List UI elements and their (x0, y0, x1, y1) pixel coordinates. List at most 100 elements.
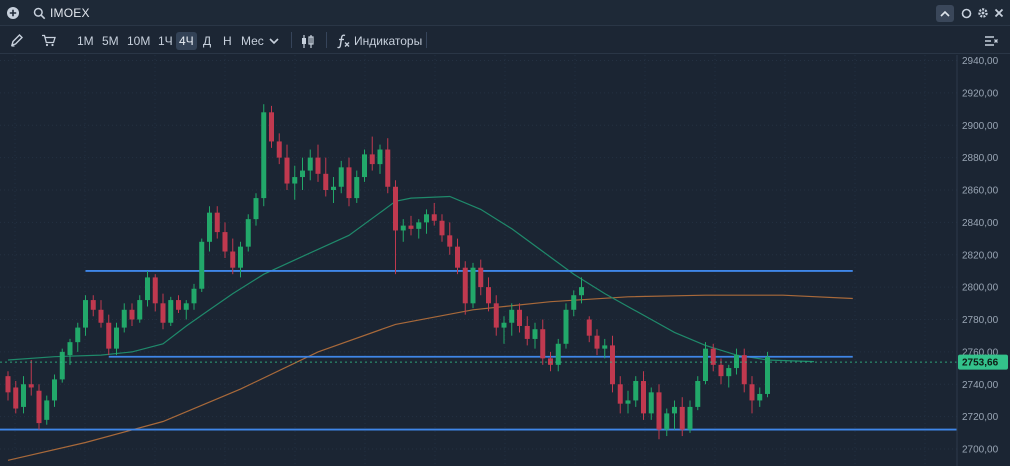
candle-body (400, 225, 406, 231)
candle-body (152, 277, 158, 304)
candle-body (431, 214, 437, 221)
candle-body (346, 167, 352, 199)
candle-body (586, 319, 592, 336)
candle-body (284, 157, 290, 184)
candle-body (571, 295, 577, 310)
candle-body (447, 235, 453, 247)
candle-body (617, 384, 623, 404)
timeframe-1m[interactable]: 1M (74, 32, 97, 50)
candle-body (672, 406, 677, 414)
chevron-down-icon[interactable] (268, 36, 280, 46)
candle-body (129, 309, 135, 320)
candle-body (532, 329, 538, 339)
candle-body (540, 329, 546, 359)
y-tick-label: 2780,00 (962, 315, 999, 326)
candle-body (408, 225, 414, 229)
gear-icon[interactable] (976, 6, 989, 19)
timeframe-day[interactable]: Д (200, 32, 214, 50)
candle-body (749, 384, 755, 401)
candle-body (548, 358, 553, 365)
candle-body (757, 393, 763, 401)
candle-body (439, 220, 445, 236)
candle-body (594, 335, 600, 349)
ticker-input[interactable]: IMOEX (50, 6, 90, 20)
candle-body (300, 170, 305, 178)
y-tick-label: 2840,00 (962, 218, 999, 229)
candle-body (703, 348, 708, 382)
search-icon[interactable] (32, 6, 46, 20)
candle-body (230, 251, 236, 268)
candle-body (114, 327, 119, 349)
candle-body (292, 177, 298, 184)
candle-body (36, 390, 42, 424)
timeframe-month[interactable]: Мес (238, 32, 267, 50)
candle-body (416, 222, 422, 229)
candle-body (90, 300, 96, 310)
candle-body (648, 392, 654, 414)
toolbar-divider (291, 32, 292, 48)
candle-body (718, 364, 724, 377)
candle-body (687, 406, 693, 430)
candle-body (726, 368, 732, 377)
y-tick-label: 2720,00 (962, 412, 999, 423)
candle-body (145, 277, 150, 301)
candle-body (641, 381, 646, 414)
candle-body (579, 287, 584, 296)
add-icon[interactable] (6, 6, 20, 20)
cart-icon[interactable] (40, 33, 56, 47)
candle-body (377, 149, 383, 165)
timeframe-4h[interactable]: 4Ч (176, 32, 197, 50)
candle-body (222, 232, 228, 252)
indicators-button[interactable]: Индикаторы (354, 34, 422, 48)
candle-body (462, 267, 468, 304)
current-price-tag: 2753,66 (958, 354, 1008, 370)
y-tick-label: 2880,00 (962, 153, 999, 164)
current-price-label: 2753,66 (962, 358, 999, 369)
close-icon[interactable] (993, 7, 1005, 19)
candle-body (176, 300, 181, 310)
candle-body (486, 287, 491, 304)
candle-body (509, 309, 515, 323)
candle-body (455, 246, 460, 268)
timeframe-10m[interactable]: 10M (124, 32, 153, 50)
candle-body (362, 154, 367, 178)
circle-icon[interactable] (960, 7, 972, 19)
timeframe-week[interactable]: Н (220, 32, 235, 50)
candle-body (307, 157, 313, 171)
y-tick-label: 2700,00 (962, 445, 999, 456)
candle-body (106, 322, 112, 349)
candle-body (21, 384, 26, 407)
candle-body (741, 355, 747, 385)
candle-body (121, 309, 127, 328)
horizontal-levels[interactable] (0, 270, 957, 431)
chart-grid (0, 55, 957, 466)
candle-body (160, 303, 166, 323)
candle-body (656, 392, 662, 430)
chevron-up-icon[interactable] (936, 5, 954, 22)
candle-body (633, 381, 639, 401)
candle-body (563, 309, 569, 344)
candle-body (67, 342, 73, 356)
candle-body (261, 112, 267, 199)
candle-body (191, 288, 197, 304)
candle-body (52, 379, 57, 401)
timeframe-5m[interactable]: 5M (99, 32, 122, 50)
candle-body (610, 345, 615, 385)
candle-body (276, 141, 282, 158)
candle-body (393, 186, 398, 231)
candles-icon[interactable] (299, 33, 317, 49)
price-axis[interactable]: 2940,00 2920,00 2900,00 2880,00 2860,00 2840,… (956, 55, 1008, 466)
timeframe-1h[interactable]: 1Ч (155, 32, 176, 50)
function-icon[interactable] (335, 32, 351, 49)
candle-body (517, 309, 522, 326)
settings-list-icon[interactable] (983, 34, 999, 48)
y-tick-label: 2800,00 (962, 283, 999, 294)
candle-body (137, 300, 143, 320)
candle-body (470, 267, 476, 304)
pencil-icon[interactable] (9, 33, 23, 47)
top-bar: IMOEX (0, 0, 1010, 26)
price-chart[interactable]: 2940,00 2920,00 2900,00 2880,00 2860,00 2840,… (0, 55, 1010, 466)
candle-body (664, 413, 670, 430)
candle-body (59, 351, 65, 380)
candle-body (5, 376, 11, 393)
